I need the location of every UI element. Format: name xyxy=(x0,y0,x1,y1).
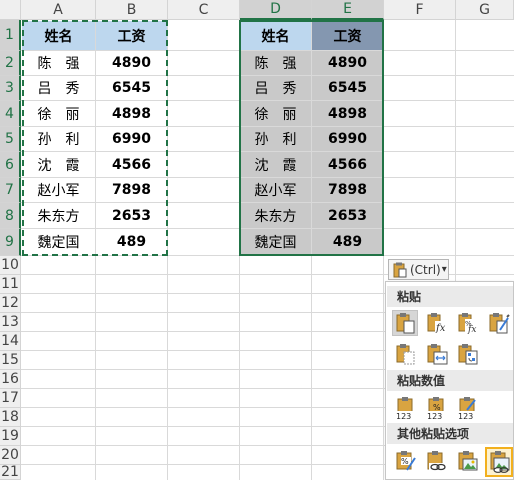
cell-d4[interactable]: 徐 丽 xyxy=(240,101,311,126)
row-header-19[interactable]: 19 xyxy=(0,427,21,446)
keep-source-formatting-icon[interactable] xyxy=(485,310,511,336)
column-header-f[interactable]: F xyxy=(384,0,456,20)
picture-icon[interactable] xyxy=(454,448,480,474)
cell-a4[interactable]: 徐 丽 xyxy=(22,101,95,126)
keep-column-widths-icon[interactable] xyxy=(423,341,449,367)
cell-e3[interactable]: 6545 xyxy=(312,76,383,100)
paste-icon[interactable] xyxy=(392,310,418,336)
section-title-other-paste-options: 其他粘贴选项 xyxy=(387,423,513,444)
cell-a5[interactable]: 孙 利 xyxy=(22,127,95,151)
clipboard-icon xyxy=(393,262,407,277)
row-header-10[interactable]: 10 xyxy=(0,256,21,275)
row-header-16[interactable]: 16 xyxy=(0,370,21,389)
row-header-5[interactable]: 5 xyxy=(0,127,21,152)
gridline xyxy=(167,20,168,480)
paste-formulas-number-format-icon[interactable]: % fx xyxy=(454,310,480,336)
linked-picture-icon[interactable] xyxy=(485,447,513,477)
paste-options-menu: 粘贴 fx % fx 粘贴数值 123 % 123 123 其他粘贴选项 % xyxy=(385,281,514,480)
cell-b8[interactable]: 2653 xyxy=(96,203,167,228)
cell-a9[interactable]: 魏定国 xyxy=(22,229,95,255)
column-header-c[interactable]: C xyxy=(168,0,240,20)
cell-e7[interactable]: 7898 xyxy=(312,178,383,202)
cell-d2[interactable]: 陈 强 xyxy=(240,51,311,75)
cell-b4[interactable]: 4898 xyxy=(96,101,167,126)
paste-link-icon[interactable] xyxy=(423,448,449,474)
gridline xyxy=(383,20,384,480)
cell-b5[interactable]: 6990 xyxy=(96,127,167,151)
chevron-down-icon: ▾ xyxy=(441,264,447,275)
paste-formulas-icon[interactable]: fx xyxy=(423,310,449,336)
row-header-21[interactable]: 21 xyxy=(0,464,21,480)
cell-d7[interactable]: 赵小军 xyxy=(240,178,311,202)
values-source-formatting-icon[interactable]: 123 xyxy=(454,394,480,420)
row-header-15[interactable]: 15 xyxy=(0,351,21,370)
row-header-9[interactable]: 9 xyxy=(0,229,21,256)
cell-e1[interactable]: 工资 xyxy=(312,21,383,50)
cell-b6[interactable]: 4566 xyxy=(96,152,167,177)
formatting-icon[interactable]: % xyxy=(392,448,418,474)
row-header-20[interactable]: 20 xyxy=(0,446,21,465)
column-header-e[interactable]: E xyxy=(312,0,384,20)
section-title-paste: 粘贴 xyxy=(387,286,513,307)
select-all-corner[interactable] xyxy=(0,0,21,20)
row-header-2[interactable]: 2 xyxy=(0,51,21,76)
svg-text:%: % xyxy=(401,457,409,466)
cell-a3[interactable]: 吕 秀 xyxy=(22,76,95,100)
row-header-4[interactable]: 4 xyxy=(0,101,21,127)
cell-a7[interactable]: 赵小军 xyxy=(22,178,95,202)
svg-text:fx: fx xyxy=(435,323,446,334)
svg-text:123: 123 xyxy=(458,412,473,420)
cell-d5[interactable]: 孙 利 xyxy=(240,127,311,151)
cell-d8[interactable]: 朱东方 xyxy=(240,203,311,228)
cell-b3[interactable]: 6545 xyxy=(96,76,167,100)
cell-e4[interactable]: 4898 xyxy=(312,101,383,126)
cell-a8[interactable]: 朱东方 xyxy=(22,203,95,228)
row-header-3[interactable]: 3 xyxy=(0,76,21,101)
row-header-18[interactable]: 18 xyxy=(0,408,21,427)
cell-a6[interactable]: 沈 霞 xyxy=(22,152,95,177)
cell-b1[interactable]: 工资 xyxy=(96,21,167,50)
cell-b7[interactable]: 7898 xyxy=(96,178,167,202)
cell-e5[interactable]: 6990 xyxy=(312,127,383,151)
row-header-14[interactable]: 14 xyxy=(0,332,21,351)
cell-a1[interactable]: 姓名 xyxy=(22,21,95,50)
gridline xyxy=(21,255,514,256)
cell-a2[interactable]: 陈 强 xyxy=(22,51,95,75)
values-number-format-icon[interactable]: % 123 xyxy=(423,394,449,420)
cell-d1[interactable]: 姓名 xyxy=(240,21,311,50)
column-header-d[interactable]: D xyxy=(240,0,312,20)
row-header-1[interactable]: 1 xyxy=(0,20,21,51)
cell-b2[interactable]: 4890 xyxy=(96,51,167,75)
column-header-g[interactable]: G xyxy=(456,0,514,20)
cell-b9[interactable]: 489 xyxy=(96,229,167,255)
column-header-b[interactable]: B xyxy=(96,0,168,20)
cell-e6[interactable]: 4566 xyxy=(312,152,383,177)
svg-text:123: 123 xyxy=(396,412,411,420)
column-header-a[interactable]: A xyxy=(21,0,96,20)
paste-values-icon[interactable]: 123 xyxy=(392,394,418,420)
row-header-8[interactable]: 8 xyxy=(0,203,21,229)
paste-options-label: (Ctrl) xyxy=(410,262,441,277)
transpose-icon[interactable] xyxy=(454,341,480,367)
cell-e9[interactable]: 489 xyxy=(312,229,383,255)
row-header-6[interactable]: 6 xyxy=(0,152,21,178)
svg-text:fx: fx xyxy=(467,325,476,334)
no-borders-icon[interactable] xyxy=(392,341,418,367)
row-header-13[interactable]: 13 xyxy=(0,313,21,332)
row-header-7[interactable]: 7 xyxy=(0,178,21,203)
paste-options-button[interactable]: (Ctrl) ▾ xyxy=(388,259,449,280)
svg-text:123: 123 xyxy=(427,412,442,420)
cell-e8[interactable]: 2653 xyxy=(312,203,383,228)
cell-d9[interactable]: 魏定国 xyxy=(240,229,311,255)
svg-text:%: % xyxy=(433,403,441,412)
cell-d3[interactable]: 吕 秀 xyxy=(240,76,311,100)
section-title-paste-values: 粘贴数值 xyxy=(387,370,513,391)
row-header-11[interactable]: 11 xyxy=(0,275,21,294)
row-header-12[interactable]: 12 xyxy=(0,294,21,313)
row-header-17[interactable]: 17 xyxy=(0,389,21,408)
cell-d6[interactable]: 沈 霞 xyxy=(240,152,311,177)
cell-e2[interactable]: 4890 xyxy=(312,51,383,75)
